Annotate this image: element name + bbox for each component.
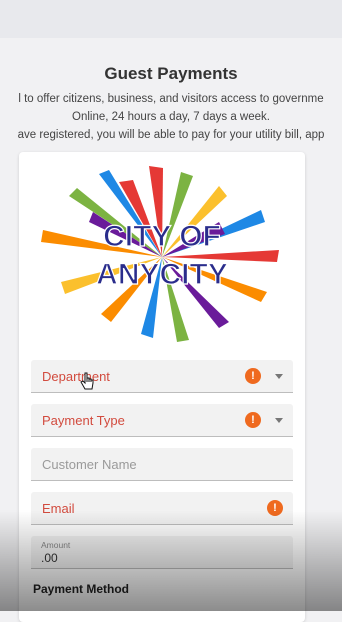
payment-type-select[interactable]: Payment Type !: [31, 404, 293, 437]
page-content: Guest Payments l to offer citizens, busi…: [0, 38, 342, 622]
amount-label: Amount: [41, 540, 71, 550]
error-icon: !: [245, 368, 261, 384]
amount-value: .00: [41, 551, 58, 565]
city-logo: CITY OF ANYCITY: [41, 166, 279, 342]
hand-pointer-icon: [80, 372, 94, 390]
amount-field[interactable]: Amount .00: [31, 536, 293, 569]
error-icon: !: [267, 500, 283, 516]
logo-text-line2: ANYCITY: [96, 258, 228, 291]
email-label: Email: [42, 501, 75, 516]
error-icon: !: [245, 412, 261, 428]
payment-type-label: Payment Type: [42, 413, 125, 428]
intro-line-1: l to offer citizens, business, and visit…: [18, 93, 324, 105]
chevron-down-icon[interactable]: [275, 374, 283, 379]
department-label: Department: [42, 369, 110, 384]
intro-line-2: Online, 24 hours a day, 7 days a week.: [72, 111, 270, 123]
payment-form-card: CITY OF ANYCITY Department ! Payment Typ…: [19, 152, 305, 622]
payment-method-heading: Payment Method: [33, 582, 130, 596]
chevron-down-icon[interactable]: [275, 418, 283, 423]
customer-name-placeholder: Customer Name: [42, 457, 137, 472]
customer-name-field[interactable]: Customer Name: [31, 448, 293, 481]
page-title: Guest Payments: [104, 64, 238, 83]
department-select[interactable]: Department !: [31, 360, 293, 393]
top-bar: [0, 0, 342, 38]
email-field[interactable]: Email !: [31, 492, 293, 525]
logo-text-line1: CITY OF: [103, 220, 221, 253]
intro-line-3: ave registered, you will be able to pay …: [17, 129, 325, 141]
